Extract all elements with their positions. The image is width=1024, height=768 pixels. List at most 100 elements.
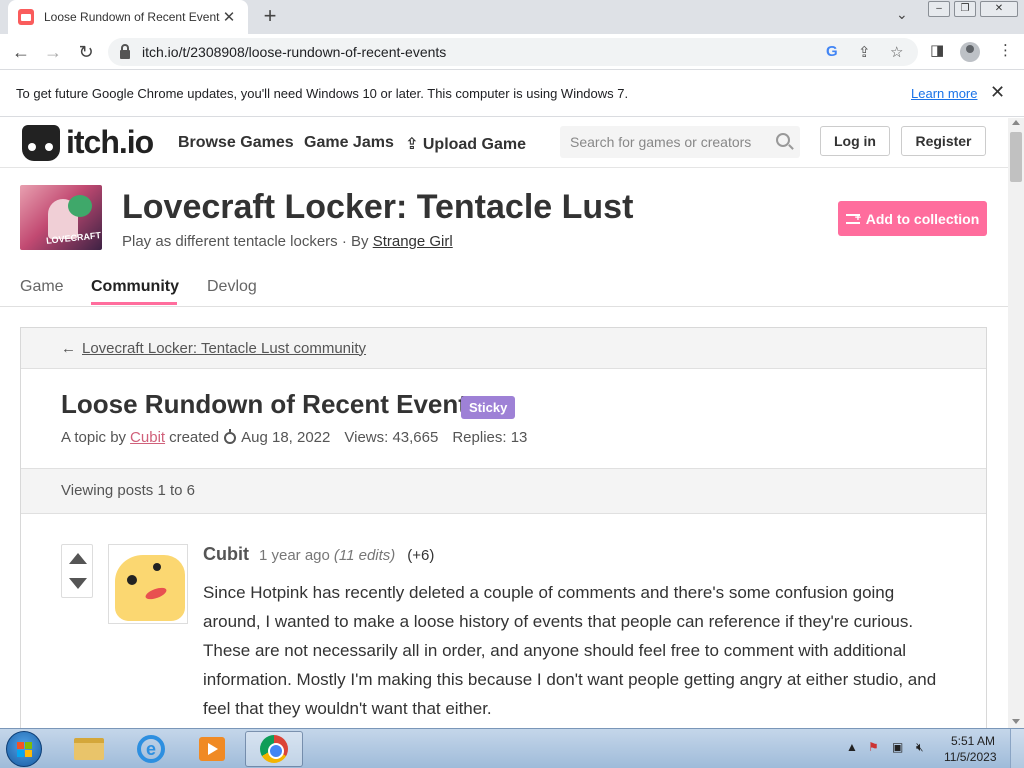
media-player-icon [199, 737, 225, 761]
upload-icon: ⇪ [405, 136, 419, 153]
reload-icon[interactable]: ↻ [75, 41, 97, 63]
tab-strip: Loose Rundown of Recent Events ✕ + ⌄ – ❐… [0, 0, 1024, 34]
windows-logo-icon [17, 742, 33, 758]
taskbar-explorer[interactable] [60, 731, 118, 767]
back-arrow-icon: ← [61, 339, 76, 357]
downvote-icon[interactable] [69, 578, 87, 589]
tab-devlog[interactable]: Devlog [207, 278, 257, 296]
topic-views: Views: 43,665 [344, 429, 439, 446]
itch-favicon-icon [18, 9, 34, 25]
tab-search-chevron-icon[interactable]: ⌄ [896, 6, 908, 23]
close-infobar-icon[interactable]: ✕ [990, 82, 1005, 103]
infobar-message: To get future Google Chrome updates, you… [16, 86, 629, 101]
post-header: Cubit 1 year ago (11 edits) (+6) [203, 544, 434, 565]
viewing-posts-label: Viewing posts 1 to 6 [21, 468, 986, 514]
internet-explorer-icon: e [137, 735, 165, 763]
page-scrollbar[interactable] [1008, 118, 1024, 728]
add-to-collection-button[interactable]: Add to collection [838, 201, 987, 236]
add-collection-icon [845, 212, 861, 224]
post-body: Since Hotpink has recently deleted a cou… [203, 583, 937, 718]
add-to-collection-label: Add to collection [865, 210, 980, 227]
itch-logo[interactable]: itch.io [22, 124, 154, 161]
new-tab-icon[interactable]: + [258, 4, 282, 28]
taskbar-ie[interactable]: e [122, 731, 180, 767]
topic-title: Loose Rundown of Recent Events [61, 389, 482, 419]
game-tagline-text: Play as different tentacle lockers · By [122, 233, 369, 250]
topic-author-link[interactable]: Cubit [130, 429, 165, 446]
post-author-link[interactable]: Cubit [203, 544, 249, 565]
game-author-link[interactable]: Strange Girl [373, 233, 453, 250]
chrome-icon [260, 735, 288, 763]
browser-toolbar: ← → ↻ itch.io/t/2308908/loose-rundown-of… [0, 34, 1024, 70]
minimize-icon[interactable]: – [928, 1, 950, 17]
bookmark-star-icon[interactable]: ☆ [890, 43, 903, 61]
nav-upload-game[interactable]: ⇪ Upload Game [405, 134, 526, 154]
taskbar-media-player[interactable] [183, 731, 241, 767]
share-icon[interactable]: ⇪ [858, 43, 871, 61]
login-button[interactable]: Log in [820, 126, 890, 156]
topic-meta: A topic by Cubit created Aug 18, 2022 Vi… [61, 428, 528, 446]
topic-replies: Replies: 13 [452, 429, 528, 446]
breadcrumb: ← Lovecraft Locker: Tentacle Lust commun… [21, 328, 986, 369]
side-panel-icon[interactable]: ◨ [930, 41, 944, 59]
scroll-down-icon[interactable] [1012, 719, 1020, 724]
game-cover-image[interactable]: LOVECRAFT [20, 185, 102, 250]
taskbar-time[interactable]: 5:51 AM [950, 734, 996, 748]
created-label: created [169, 429, 220, 446]
vote-controls [61, 544, 93, 598]
update-infobar: To get future Google Chrome updates, you… [0, 71, 1024, 117]
topic-card: ← Lovecraft Locker: Tentacle Lust commun… [20, 327, 987, 728]
search-icon[interactable] [776, 133, 790, 147]
forward-icon[interactable]: → [42, 41, 64, 63]
profile-avatar-icon[interactable] [960, 42, 980, 62]
show-hidden-icons-icon[interactable]: ▲ [846, 740, 858, 754]
close-tab-icon[interactable]: ✕ [220, 8, 238, 26]
taskbar-date[interactable]: 11/5/2023 [944, 750, 997, 764]
start-button[interactable] [6, 731, 42, 767]
register-button[interactable]: Register [901, 126, 986, 156]
post-time[interactable]: 1 year ago [259, 547, 330, 564]
active-tab-indicator [91, 302, 177, 305]
lock-icon[interactable] [120, 43, 130, 59]
topic-date: Aug 18, 2022 [241, 429, 331, 446]
tab-game[interactable]: Game [20, 278, 64, 296]
browser-tab[interactable]: Loose Rundown of Recent Events ✕ [8, 0, 248, 34]
nav-upload-label: Upload Game [422, 136, 526, 153]
post-score: (+6) [407, 547, 435, 564]
community-link[interactable]: Lovecraft Locker: Tentacle Lust communit… [82, 340, 366, 357]
url-text: itch.io/t/2308908/loose-rundown-of-recen… [142, 44, 447, 60]
scroll-up-icon[interactable] [1012, 120, 1020, 125]
tab-community[interactable]: Community [91, 278, 179, 296]
sticky-badge: Sticky [461, 396, 516, 419]
nav-browse-games[interactable]: Browse Games [178, 134, 294, 152]
tab-title: Loose Rundown of Recent Events [44, 10, 221, 24]
clock-icon [224, 428, 237, 444]
nav-game-jams[interactable]: Game Jams [304, 134, 394, 152]
game-tagline: Play as different tentacle lockers · By … [122, 233, 453, 250]
windows-taskbar: e ▲ ⚑ ▣ 🔇︎ 5:51 AM 11/5/2023 [0, 728, 1024, 768]
learn-more-link[interactable]: Learn more [911, 86, 977, 101]
itch-logo-icon [22, 124, 60, 161]
site-search-input[interactable]: Search for games or creators [560, 126, 800, 158]
restore-icon[interactable]: ❐ [954, 1, 976, 17]
address-bar[interactable]: itch.io/t/2308908/loose-rundown-of-recen… [108, 38, 918, 66]
network-icon[interactable]: ▣ [892, 740, 903, 754]
search-placeholder: Search for games or creators [570, 134, 752, 150]
volume-muted-icon[interactable]: 🔇︎ [916, 740, 924, 755]
show-desktop-button[interactable] [1010, 729, 1024, 768]
close-window-icon[interactable]: ✕ [980, 1, 1018, 17]
google-lens-icon[interactable]: G [826, 43, 838, 60]
game-title: Lovecraft Locker: Tentacle Lust [122, 188, 634, 226]
menu-kebab-icon[interactable]: ⋮ [998, 41, 1013, 59]
taskbar-chrome[interactable] [245, 731, 303, 767]
window-controls: – ❐ ✕ [924, 0, 1018, 17]
back-icon[interactable]: ← [10, 41, 32, 63]
upvote-icon[interactable] [69, 553, 87, 564]
site-header: itch.io Browse Games Game Jams ⇪ Upload … [0, 118, 1008, 168]
avatar[interactable] [108, 544, 188, 624]
page-viewport: itch.io Browse Games Game Jams ⇪ Upload … [0, 118, 1008, 728]
action-center-flag-icon[interactable]: ⚑ [868, 740, 879, 754]
post-edits[interactable]: (11 edits) [334, 547, 395, 564]
folder-icon [74, 738, 104, 760]
scroll-thumb[interactable] [1010, 132, 1022, 182]
